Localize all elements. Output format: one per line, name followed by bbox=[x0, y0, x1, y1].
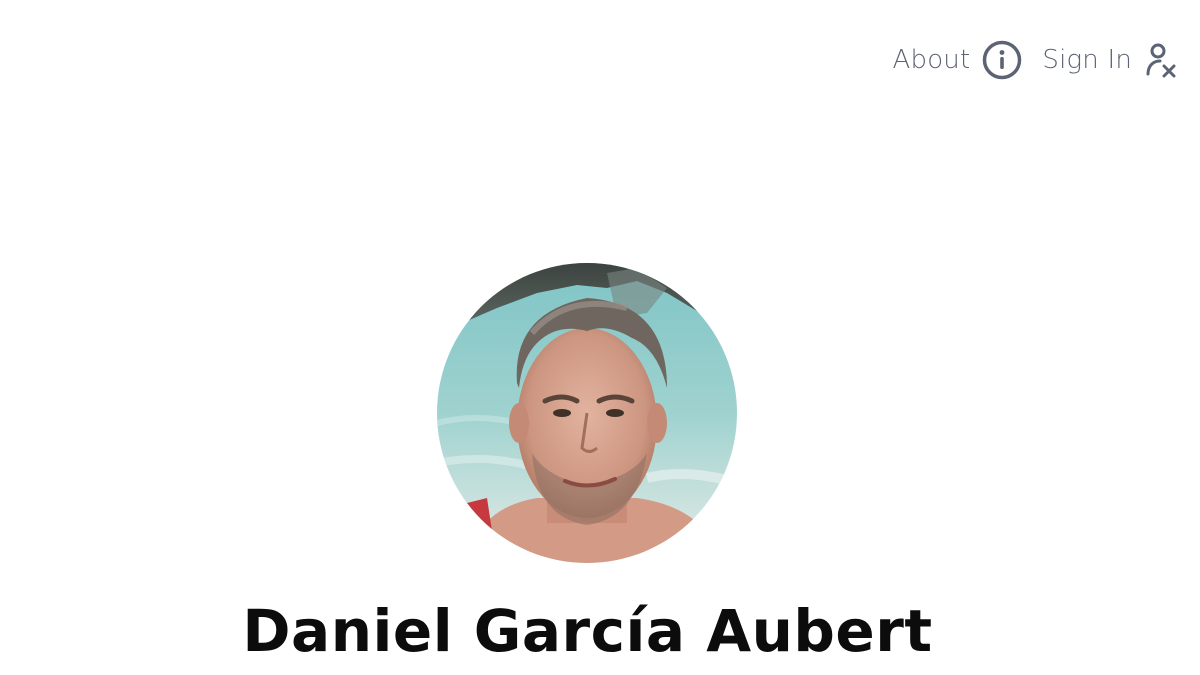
avatar bbox=[437, 263, 737, 563]
profile-name: Daniel García Aubert bbox=[242, 597, 933, 665]
profile-photo bbox=[437, 263, 737, 563]
about-link[interactable]: About bbox=[893, 40, 1023, 80]
about-label: About bbox=[892, 45, 971, 75]
top-navigation: About Sign In bbox=[893, 40, 1181, 80]
sign-in-label: Sign In bbox=[1042, 45, 1132, 75]
user-x-icon bbox=[1144, 40, 1180, 80]
info-icon bbox=[982, 40, 1022, 80]
sign-in-link[interactable]: Sign In bbox=[1042, 40, 1180, 80]
